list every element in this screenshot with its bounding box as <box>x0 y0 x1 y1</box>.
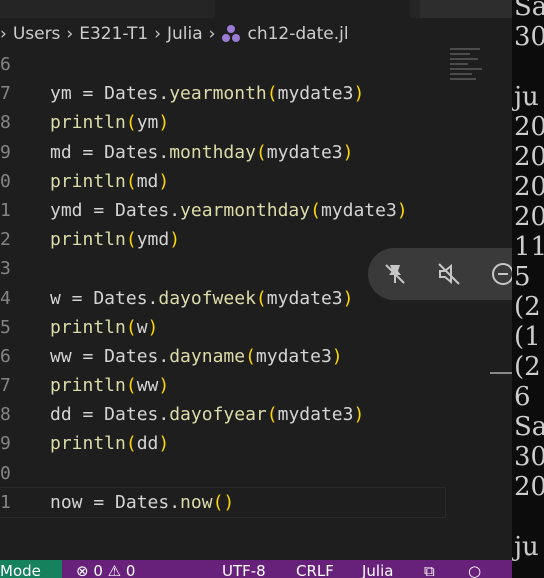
code-line[interactable]: 1 now = Dates.now() <box>0 486 446 519</box>
line-text[interactable]: println(w) <box>50 313 158 342</box>
line-text[interactable]: println(ymd) <box>50 225 180 254</box>
code-line[interactable]: 6 ww = Dates.dayname(mydate3) <box>0 342 445 371</box>
line-text[interactable]: now = Dates.now() <box>50 488 234 517</box>
terminal-output[interactable]: Sa 30 ju 20 20 20 20 11 5 (2 (1 (2 6 Sa 30 20 ju <box>512 0 544 578</box>
terminal-line: (2 <box>514 352 541 382</box>
code-line[interactable]: 9 md = Dates.monthday(mydate3) <box>0 138 445 167</box>
code-line[interactable]: 7 println(ww) <box>0 371 445 400</box>
code-line[interactable]: 2 println(ymd) <box>0 225 445 254</box>
code-line[interactable]: 7 ym = Dates.yearmonth(mydate3) <box>0 79 445 108</box>
terminal-line: (2 <box>514 292 541 322</box>
line-number: 6 <box>0 54 11 75</box>
line-text[interactable]: md = Dates.monthday(mydate3) <box>50 138 353 167</box>
code-line[interactable]: 8 println(ym) <box>0 108 445 137</box>
terminal-line: 20 <box>514 142 544 172</box>
line-number: 3 <box>0 258 11 280</box>
terminal-line: ju <box>514 82 539 112</box>
language-indicator[interactable]: Julia <box>362 562 393 578</box>
mute-icon[interactable] <box>436 261 462 287</box>
line-text[interactable]: println(dd) <box>50 429 169 458</box>
line-text[interactable]: ww = Dates.dayname(mydate3) <box>50 342 343 371</box>
line-text[interactable]: w = Dates.dayofweek(mydate3) <box>50 284 353 313</box>
terminal-line: 20 <box>514 202 544 232</box>
bell-icon[interactable]: ○ <box>468 562 481 578</box>
terminal-line: Sa <box>514 412 544 442</box>
line-text[interactable]: println(md) <box>50 167 169 196</box>
chevron-right-icon: › <box>0 24 7 44</box>
tab-strip <box>0 0 512 18</box>
breadcrumb-users[interactable]: Users <box>13 24 61 44</box>
terminal-line: 11 <box>514 232 544 262</box>
code-line[interactable]: 9 println(dd) <box>0 429 445 458</box>
terminal-line: 30 <box>514 22 544 52</box>
julia-file-icon <box>221 25 241 43</box>
code-line[interactable]: 0 println(md) <box>0 167 445 196</box>
code-line[interactable]: 1 ymd = Dates.yearmonthday(mydate3) <box>0 196 445 225</box>
line-number: 1 <box>0 199 11 221</box>
encoding-indicator[interactable]: UTF-8 <box>222 562 266 578</box>
breadcrumb-e321[interactable]: E321-T1 <box>79 24 148 44</box>
line-number: 9 <box>0 433 11 455</box>
mode-indicator[interactable]: Mode <box>0 560 62 578</box>
terminal-line: (1 <box>514 322 541 352</box>
terminal-line: Sa <box>514 0 544 22</box>
chevron-right-icon: › <box>208 24 216 44</box>
terminal-line: 30 <box>514 442 544 472</box>
terminal-line: 20 <box>514 472 544 502</box>
problems-indicator[interactable]: ⊗ 0 ⚠ 0 <box>76 562 135 578</box>
code-line[interactable]: 0 <box>0 459 445 488</box>
line-text[interactable]: println(ww) <box>50 371 169 400</box>
tab-inactive[interactable] <box>420 0 512 18</box>
terminal-line: ju <box>514 532 539 562</box>
line-text[interactable]: ym = Dates.yearmonth(mydate3) <box>50 79 364 108</box>
line-text[interactable]: println(ym) <box>50 108 169 137</box>
breadcrumb-julia[interactable]: Julia <box>167 24 203 44</box>
line-number: 7 <box>0 83 11 105</box>
line-number: 7 <box>0 375 11 397</box>
scrollbar-marker[interactable] <box>490 372 512 374</box>
code-line[interactable]: 8 dd = Dates.dayofyear(mydate3) <box>0 400 445 429</box>
line-number: 2 <box>0 229 11 251</box>
line-text[interactable]: dd = Dates.dayofyear(mydate3) <box>50 400 364 429</box>
line-number: 0 <box>0 462 11 484</box>
line-number: 1 <box>0 491 11 513</box>
line-number: 6 <box>0 345 11 367</box>
line-number: 9 <box>0 141 11 163</box>
terminal-line: 20 <box>514 112 544 142</box>
feedback-icon[interactable]: ⧉ <box>424 562 435 578</box>
pin-off-icon[interactable] <box>382 261 408 287</box>
chevron-right-icon: › <box>66 24 74 44</box>
terminal-line: 5 <box>514 262 531 292</box>
line-text[interactable]: ymd = Dates.yearmonthday(mydate3) <box>50 196 408 225</box>
breadcrumb-file[interactable]: ch12-date.jl <box>247 24 348 44</box>
eol-indicator[interactable]: CRLF <box>296 562 334 578</box>
minimap[interactable] <box>450 45 495 105</box>
line-number: 0 <box>0 170 11 192</box>
line-number: 4 <box>0 287 11 309</box>
terminal-line: 6 <box>514 382 531 412</box>
line-number: 8 <box>0 112 11 134</box>
line-number: 8 <box>0 404 11 426</box>
line-number: 5 <box>0 316 11 338</box>
terminal-line: 20 <box>514 172 544 202</box>
code-line[interactable]: 5 println(w) <box>0 313 445 342</box>
tab-active[interactable] <box>215 0 410 18</box>
chevron-right-icon: › <box>154 24 162 44</box>
mode-label: Mode <box>0 562 41 578</box>
breadcrumb: › Users › E321-T1 › Julia › ch12-date.jl <box>0 20 450 48</box>
status-bar: Mode ⊗ 0 ⚠ 0 UTF-8 CRLF Julia ⧉ ○ <box>0 560 512 578</box>
code-line[interactable]: 6 <box>0 50 445 79</box>
